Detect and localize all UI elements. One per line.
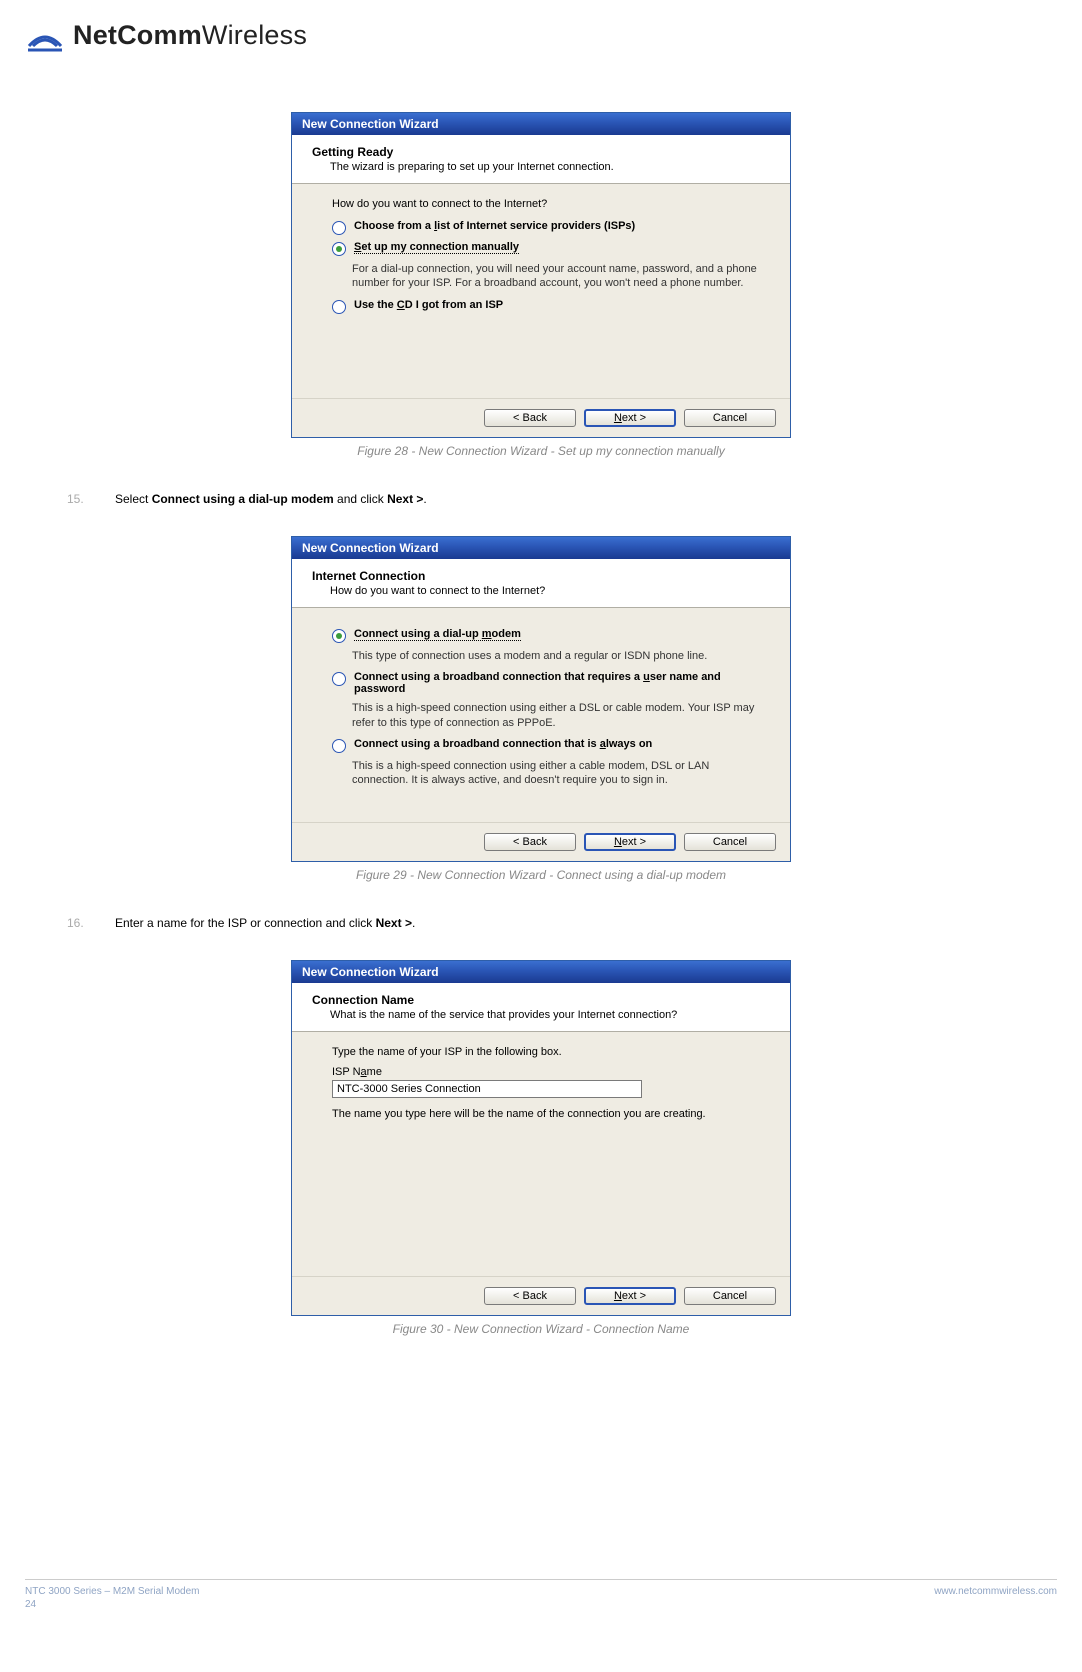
back-button[interactable]: < Back bbox=[484, 1287, 576, 1305]
wizard-footer: < Back Next > Cancel bbox=[292, 1276, 790, 1315]
radio-description: This is a high-speed connection using ei… bbox=[352, 701, 760, 730]
next-button[interactable]: Next > bbox=[584, 409, 676, 427]
isp-name-input[interactable] bbox=[332, 1080, 642, 1098]
step-number: 15. bbox=[67, 492, 91, 506]
wizard-header: Getting Ready The wizard is preparing to… bbox=[292, 135, 790, 184]
radio-description: For a dial-up connection, you will need … bbox=[352, 262, 760, 291]
radio-description: This is a high-speed connection using ei… bbox=[352, 759, 760, 788]
wizard-header-sub: What is the name of the service that pro… bbox=[312, 1009, 776, 1021]
cancel-button[interactable]: Cancel bbox=[684, 409, 776, 427]
radio-icon bbox=[332, 629, 346, 643]
wizard-header: Internet Connection How do you want to c… bbox=[292, 559, 790, 608]
body-text: Type the name of your ISP in the followi… bbox=[332, 1046, 760, 1058]
wizard-footer: < Back Next > Cancel bbox=[292, 822, 790, 861]
figure-caption-29: Figure 29 - New Connection Wizard - Conn… bbox=[25, 868, 1057, 882]
wizard-header-title: Connection Name bbox=[312, 993, 776, 1007]
company-logo: NetCommWireless bbox=[25, 18, 1057, 52]
step-text: Select Connect using a dial-up modem and… bbox=[115, 492, 427, 506]
figure-caption-30: Figure 30 - New Connection Wizard - Conn… bbox=[25, 1322, 1057, 1336]
logo-text: NetCommWireless bbox=[73, 20, 307, 51]
cancel-button[interactable]: Cancel bbox=[684, 1287, 776, 1305]
wizard-header: Connection Name What is the name of the … bbox=[292, 983, 790, 1032]
radio-option-broadband-always[interactable]: Connect using a broadband connection tha… bbox=[332, 738, 760, 753]
radio-label: Choose from a list of Internet service p… bbox=[354, 220, 635, 232]
radio-option-isp-list[interactable]: Choose from a list of Internet service p… bbox=[332, 220, 760, 235]
wizard-titlebar: New Connection Wizard bbox=[292, 537, 790, 559]
radio-icon bbox=[332, 221, 346, 235]
wizard-header-sub: How do you want to connect to the Intern… bbox=[312, 585, 776, 597]
radio-icon bbox=[332, 300, 346, 314]
back-button[interactable]: < Back bbox=[484, 833, 576, 851]
page-footer: NTC 3000 Series – M2M Serial Modem 24 ww… bbox=[25, 1579, 1057, 1620]
next-button[interactable]: Next > bbox=[584, 1287, 676, 1305]
radio-label: Connect using a broadband connection tha… bbox=[354, 738, 652, 750]
radio-option-broadband-auth[interactable]: Connect using a broadband connection tha… bbox=[332, 671, 760, 695]
figure-caption-28: Figure 28 - New Connection Wizard - Set … bbox=[25, 444, 1057, 458]
radio-icon bbox=[332, 672, 346, 686]
radio-label: Connect using a broadband connection tha… bbox=[354, 671, 760, 695]
radio-option-dialup[interactable]: Connect using a dial-up modem bbox=[332, 628, 760, 643]
cancel-button[interactable]: Cancel bbox=[684, 833, 776, 851]
wizard-prompt: How do you want to connect to the Intern… bbox=[332, 198, 760, 210]
radio-label: Use the CD I got from an ISP bbox=[354, 299, 503, 311]
wizard-figure-30: New Connection Wizard Connection Name Wh… bbox=[291, 960, 791, 1316]
back-button[interactable]: < Back bbox=[484, 409, 576, 427]
step-number: 16. bbox=[67, 916, 91, 930]
radio-description: This type of connection uses a modem and… bbox=[352, 649, 760, 663]
radio-icon bbox=[332, 242, 346, 256]
footer-page-number: 24 bbox=[25, 1599, 200, 1610]
wizard-titlebar: New Connection Wizard bbox=[292, 961, 790, 983]
wizard-figure-29: New Connection Wizard Internet Connectio… bbox=[291, 536, 791, 862]
step-16: 16. Enter a name for the ISP or connecti… bbox=[67, 916, 1057, 930]
wireless-icon bbox=[25, 18, 65, 52]
footer-url: www.netcommwireless.com bbox=[934, 1586, 1057, 1610]
step-15: 15. Select Connect using a dial-up modem… bbox=[67, 492, 1057, 506]
body-note: The name you type here will be the name … bbox=[332, 1108, 760, 1120]
radio-label: Set up my connection manually bbox=[354, 241, 519, 254]
isp-name-label: ISP Name bbox=[332, 1066, 760, 1078]
step-text: Enter a name for the ISP or connection a… bbox=[115, 916, 415, 930]
wizard-header-title: Internet Connection bbox=[312, 569, 776, 583]
radio-option-manual[interactable]: Set up my connection manually bbox=[332, 241, 760, 256]
wizard-figure-28: New Connection Wizard Getting Ready The … bbox=[291, 112, 791, 438]
wizard-titlebar: New Connection Wizard bbox=[292, 113, 790, 135]
next-button[interactable]: Next > bbox=[584, 833, 676, 851]
wizard-header-sub: The wizard is preparing to set up your I… bbox=[312, 161, 776, 173]
wizard-header-title: Getting Ready bbox=[312, 145, 776, 159]
radio-icon bbox=[332, 739, 346, 753]
radio-label: Connect using a dial-up modem bbox=[354, 628, 521, 641]
radio-option-cd[interactable]: Use the CD I got from an ISP bbox=[332, 299, 760, 314]
wizard-footer: < Back Next > Cancel bbox=[292, 398, 790, 437]
footer-doc-title: NTC 3000 Series – M2M Serial Modem bbox=[25, 1586, 200, 1597]
